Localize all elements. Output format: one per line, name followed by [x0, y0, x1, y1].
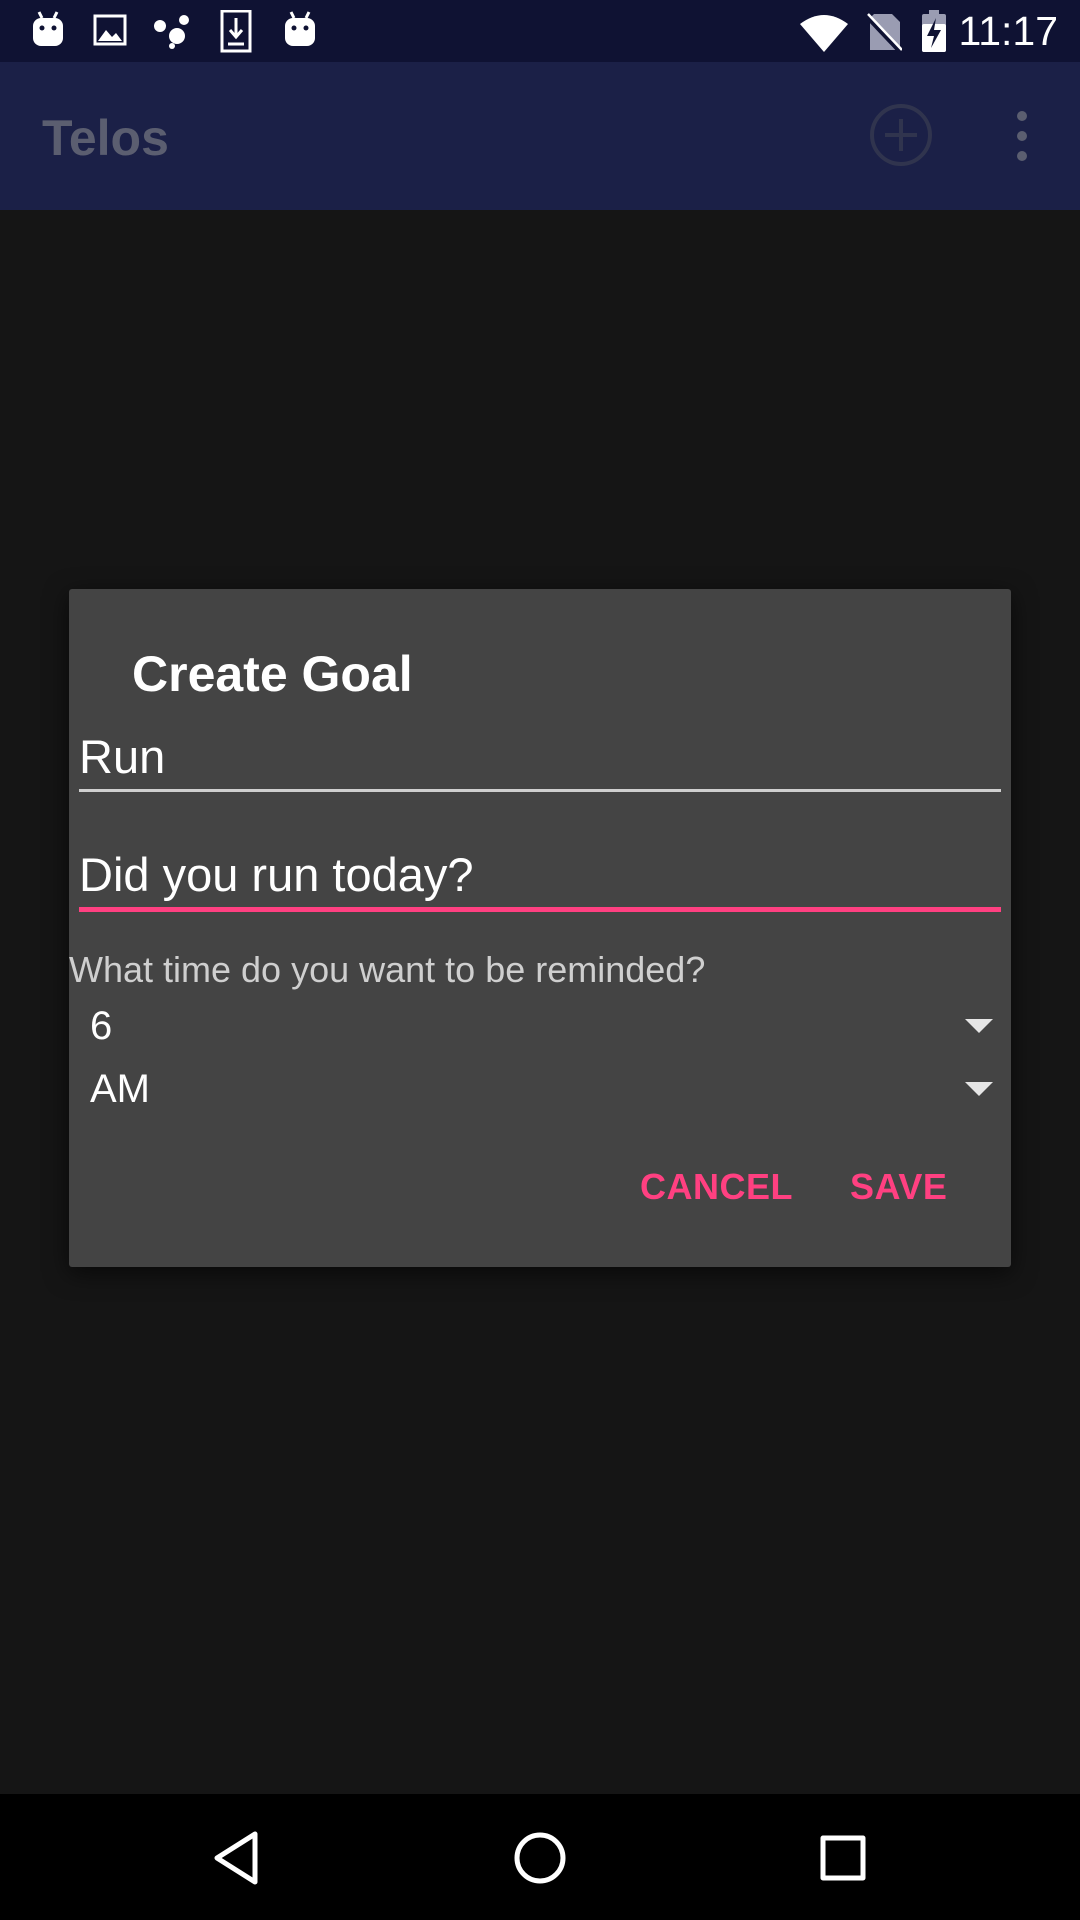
app-bar: Telos — [0, 62, 1080, 210]
add-circle-icon[interactable] — [868, 102, 934, 168]
dropdown-arrow-icon — [965, 1082, 993, 1096]
hour-spinner-value: 6 — [90, 1004, 113, 1048]
more-vert-icon[interactable] — [1000, 108, 1044, 164]
goal-name-field[interactable] — [79, 725, 1001, 792]
ampm-spinner-value: AM — [90, 1067, 150, 1111]
android-icon — [33, 11, 63, 46]
status-time: 11:17 — [958, 8, 1058, 54]
home-icon[interactable] — [510, 1828, 570, 1888]
dropdown-arrow-icon — [965, 1019, 993, 1033]
ampm-spinner[interactable]: AM — [79, 1060, 1001, 1118]
goal-question-field[interactable] — [79, 843, 1001, 912]
create-goal-dialog: Create Goal What time do you want to be … — [69, 589, 1011, 1267]
navigation-bar — [0, 1794, 1080, 1920]
wifi-icon — [800, 15, 848, 52]
status-bar: 11:17 — [0, 0, 1080, 62]
back-icon[interactable] — [207, 1828, 267, 1888]
android-icon — [285, 11, 315, 46]
no-sim-icon — [866, 13, 902, 52]
image-icon — [93, 14, 127, 46]
recents-icon[interactable] — [813, 1828, 873, 1888]
hour-spinner[interactable]: 6 — [79, 997, 1001, 1055]
cancel-button[interactable]: CANCEL — [640, 1167, 793, 1207]
battery-charging-icon — [922, 10, 946, 52]
reminder-label: What time do you want to be reminded? — [69, 949, 706, 990]
dialog-title: Create Goal — [132, 646, 413, 702]
download-icon — [220, 10, 252, 53]
save-button[interactable]: SAVE — [850, 1167, 947, 1207]
app-title: Telos — [42, 110, 169, 166]
assistant-icon — [154, 15, 189, 49]
